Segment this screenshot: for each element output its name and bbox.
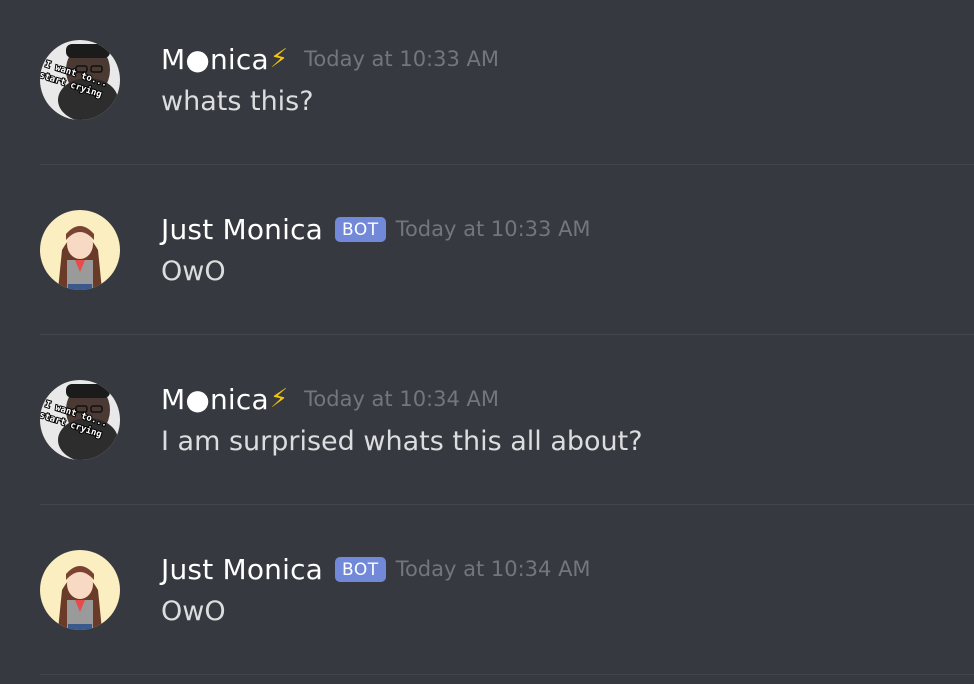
user-avatar-image: I want to... start crying (40, 380, 120, 460)
message-content: whats this? (161, 86, 314, 117)
message-content: OwO (161, 256, 226, 287)
message-content: OwO (161, 596, 226, 627)
message-timestamp[interactable]: Today at 10:34 AM (304, 387, 499, 411)
bot-avatar-image (40, 210, 120, 290)
bot-avatar-image (40, 550, 120, 630)
message-content: I am surprised whats this all about? (161, 426, 643, 457)
bot-tag: BOT (335, 556, 386, 582)
bot-avatar[interactable] (40, 210, 120, 290)
username[interactable]: Just Monica (161, 213, 323, 246)
message-header: M●nica ⚡ Today at 10:34 AM (161, 380, 499, 418)
message-group: Just Monica BOT Today at 10:34 AM OwO (0, 510, 974, 680)
username[interactable]: Just Monica (161, 553, 323, 586)
message-header: Just Monica BOT Today at 10:33 AM (161, 210, 591, 248)
message-header: Just Monica BOT Today at 10:34 AM (161, 550, 591, 588)
message-timestamp[interactable]: Today at 10:33 AM (396, 217, 591, 241)
message-header: M●nica ⚡ Today at 10:33 AM (161, 40, 499, 78)
user-avatar[interactable]: I want to... start crying (40, 40, 120, 120)
message-divider (40, 504, 974, 505)
bot-tag: BOT (335, 216, 386, 242)
lightning-bolt-icon: ⚡ (269, 384, 289, 414)
user-avatar-image: I want to... start crying (40, 40, 120, 120)
message-timestamp[interactable]: Today at 10:34 AM (396, 557, 591, 581)
message-divider (40, 164, 974, 165)
message-group: I want to... start crying M●nica ⚡ Today… (0, 340, 974, 510)
user-avatar[interactable]: I want to... start crying (40, 380, 120, 460)
lightning-bolt-icon: ⚡ (269, 44, 289, 74)
message-divider (40, 674, 974, 675)
message-group: I want to... start crying M●nica ⚡ Today… (0, 0, 974, 170)
username[interactable]: M●nica (161, 43, 269, 76)
username[interactable]: M●nica (161, 383, 269, 416)
message-divider (40, 334, 974, 335)
message-group: Just Monica BOT Today at 10:33 AM OwO (0, 170, 974, 340)
message-timestamp[interactable]: Today at 10:33 AM (304, 47, 499, 71)
bot-avatar[interactable] (40, 550, 120, 630)
